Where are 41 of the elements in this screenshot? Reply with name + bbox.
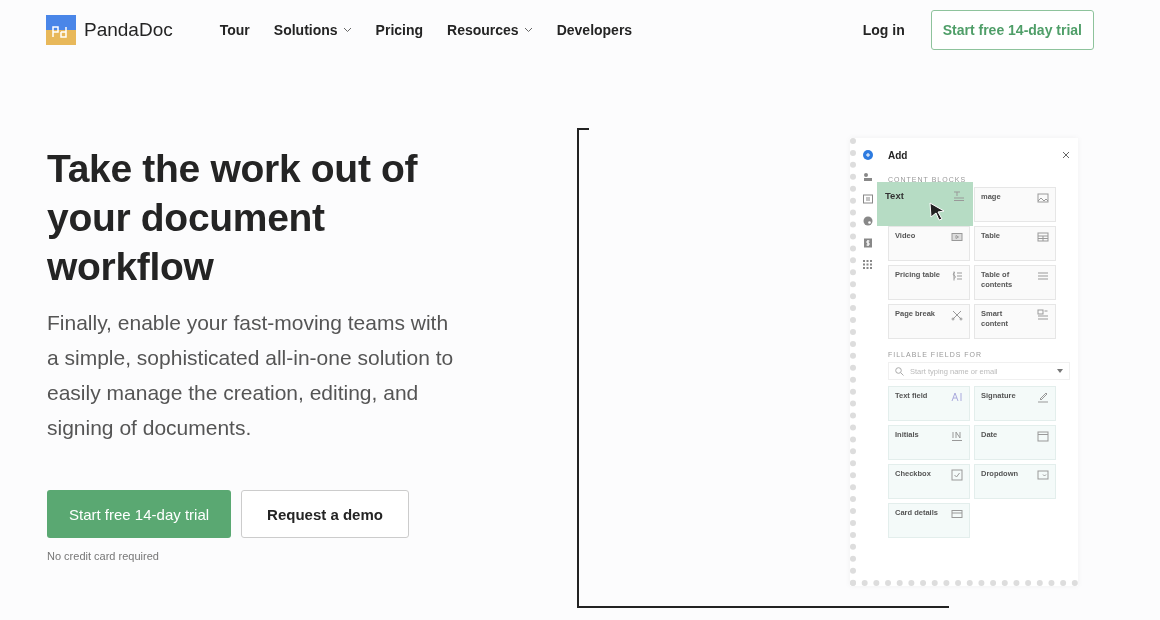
initials-icon bbox=[951, 430, 963, 442]
cursor-icon bbox=[929, 202, 947, 222]
table-icon bbox=[1037, 231, 1049, 243]
people-icon[interactable] bbox=[863, 172, 873, 182]
dollar-list-icon bbox=[951, 270, 963, 282]
block-label: Text bbox=[885, 190, 904, 203]
checkbox-icon bbox=[951, 469, 963, 481]
nav-link[interactable]: Tour bbox=[219, 22, 250, 38]
hero-heading: Take the work out of your document workflow bbox=[47, 146, 419, 290]
card-icon bbox=[951, 508, 963, 520]
content-blocks-icon bbox=[1037, 309, 1049, 321]
dropdown-icon bbox=[1037, 469, 1049, 481]
pen-icon bbox=[1037, 391, 1049, 403]
chevron-down-icon bbox=[523, 27, 533, 33]
logo-text[interactable]: PandaDoc bbox=[84, 19, 173, 41]
dragged-block[interactable]: Text bbox=[877, 182, 973, 226]
search-icon bbox=[895, 366, 904, 376]
palette-icon[interactable] bbox=[863, 216, 873, 226]
nav-link[interactable]: Solutions bbox=[273, 22, 352, 38]
credit-card-note: No credit card required bbox=[47, 550, 160, 562]
nav-link[interactable]: Developers bbox=[556, 22, 633, 38]
chevron-down-icon bbox=[342, 27, 352, 33]
image-icon bbox=[1037, 192, 1049, 204]
close-icon[interactable] bbox=[1062, 151, 1070, 159]
logo-icon[interactable] bbox=[46, 15, 76, 45]
scissors-icon bbox=[951, 309, 963, 321]
hero-subheading: Finally, enable your fast-moving teams with a simple, sophisticated all-in-one solution to easily manage the creation, editing, and signing of documents. bbox=[47, 310, 455, 441]
text-cursor-icon bbox=[951, 391, 963, 403]
dollar-icon[interactable] bbox=[863, 238, 873, 248]
calendar-icon bbox=[1037, 430, 1049, 442]
nav-link[interactable]: Resources bbox=[447, 22, 533, 38]
login-link[interactable]: Log in bbox=[862, 22, 905, 38]
panel-title: Add bbox=[888, 149, 908, 161]
grid-icon[interactable] bbox=[863, 260, 873, 270]
video-icon bbox=[951, 231, 963, 243]
caret-icon bbox=[1057, 369, 1063, 373]
plus-circle-icon[interactable] bbox=[863, 150, 873, 160]
nav-link[interactable]: Pricing bbox=[375, 22, 424, 38]
text-lines-icon bbox=[953, 190, 965, 202]
demo-button[interactable]: Request a demo bbox=[241, 490, 409, 538]
list-icon bbox=[1037, 270, 1049, 282]
